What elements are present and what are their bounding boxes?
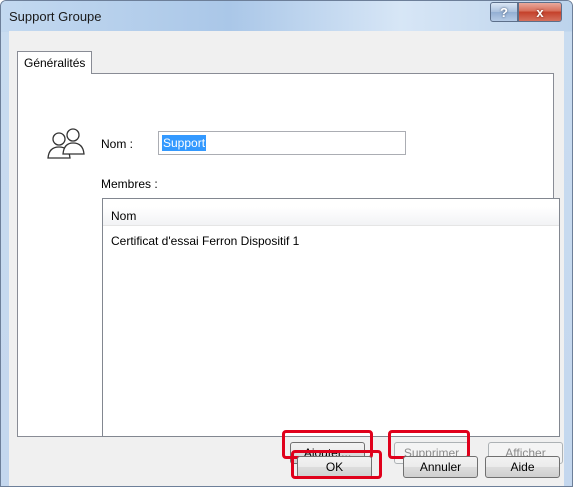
title-bar[interactable]: Support Groupe ? x — [1, 1, 572, 31]
dialog-window: Support Groupe ? x Généralités Nom : Sup… — [0, 0, 573, 487]
column-header-label: Nom — [111, 209, 137, 223]
name-field[interactable]: Support — [158, 131, 406, 155]
name-label: Nom : — [101, 137, 134, 151]
ok-button-highlight — [291, 450, 382, 479]
help-icon[interactable]: ? — [490, 2, 518, 22]
help-button[interactable]: Aide — [485, 456, 560, 478]
tab-panel: Nom : Support Membres : Nom Certificat d… — [17, 73, 563, 464]
members-list[interactable]: Nom Certificat d'essai Ferron Dispositif… — [102, 198, 560, 437]
dialog-body: Généralités Nom : Support Membres : Nom … — [9, 31, 564, 486]
window-title: Support Groupe — [9, 9, 102, 24]
name-field-value: Support — [162, 135, 207, 151]
column-header-nom[interactable]: Nom — [103, 207, 559, 226]
group-icon — [47, 128, 85, 159]
members-label: Membres : — [101, 177, 158, 191]
close-icon[interactable]: x — [518, 2, 562, 22]
cancel-button[interactable]: Annuler — [403, 456, 478, 478]
list-item[interactable]: Certificat d'essai Ferron Dispositif 1 — [111, 234, 299, 248]
remove-button-highlight — [388, 430, 470, 459]
tab-generalites[interactable]: Généralités — [17, 51, 93, 74]
